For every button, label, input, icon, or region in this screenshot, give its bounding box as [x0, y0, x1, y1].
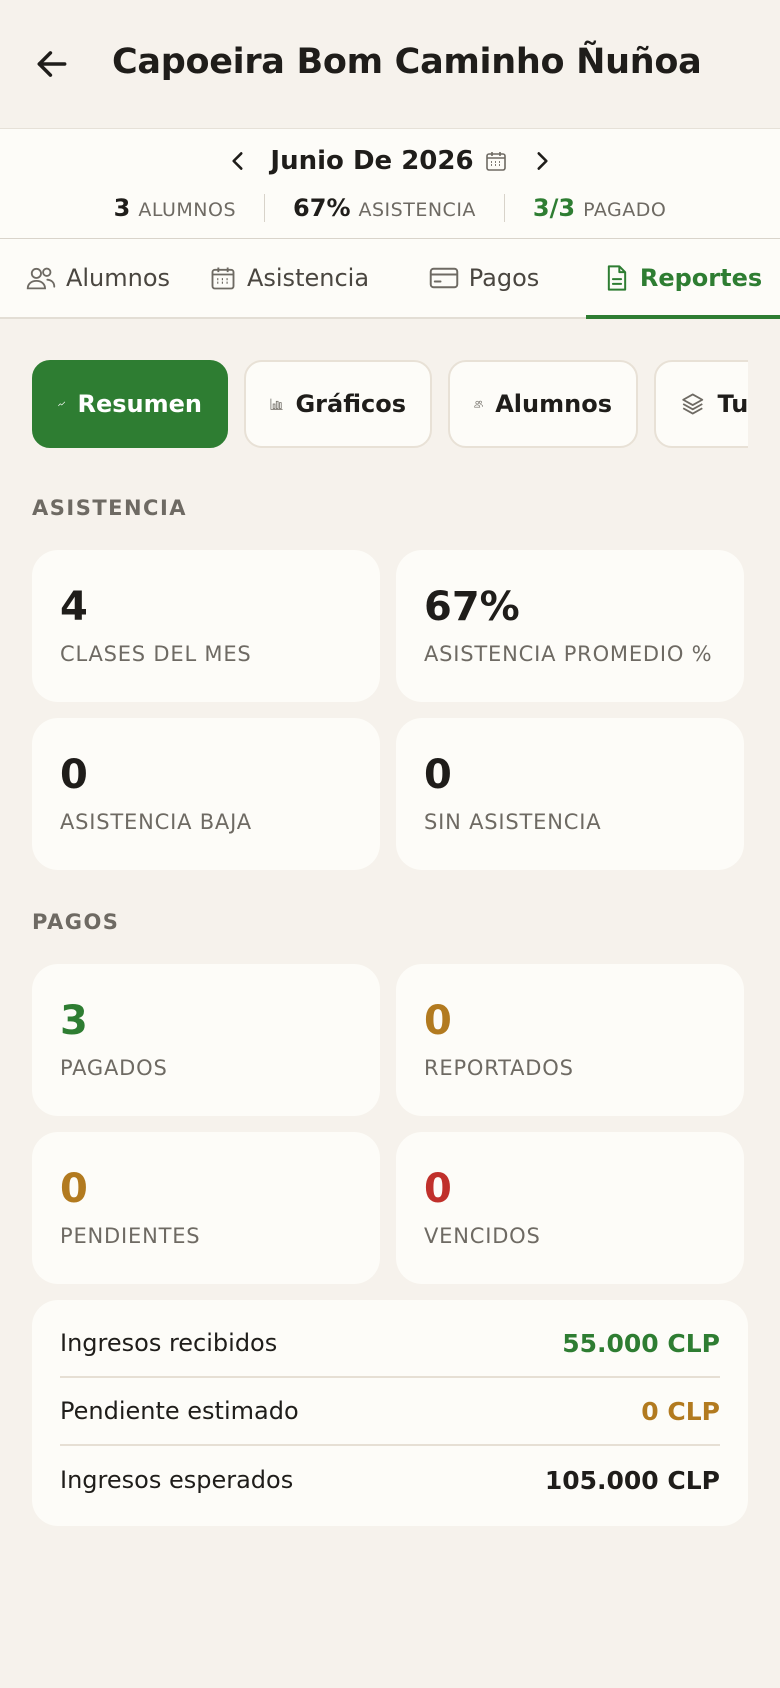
stat-card-pendientes: 0 PENDIENTES [32, 1132, 380, 1284]
revenue-value: 105.000 CLP [544, 1465, 720, 1495]
next-month-button[interactable] [524, 143, 560, 179]
chip-label: Gráficos [295, 390, 406, 418]
tab-asistencia[interactable]: Asistencia [196, 239, 382, 317]
report-filter-chips: Resumen Gráficos Alumnos Turnos [32, 360, 748, 448]
revenue-value: 0 CLP [641, 1396, 720, 1426]
revenue-label: Ingresos esperados [60, 1466, 294, 1494]
revenue-row-recibidos: Ingresos recibidos 55.000 CLP [60, 1310, 720, 1378]
stat-students: 3 ALUMNOS [86, 194, 264, 222]
chip-resumen[interactable]: Resumen [32, 360, 228, 448]
calendar-icon [211, 267, 235, 290]
tab-reportes[interactable]: Reportes [586, 239, 780, 319]
stat-card-clases: 4 CLASES DEL MES [32, 550, 380, 702]
stat-attendance: 67% ASISTENCIA [264, 194, 504, 222]
revenue-row-pendiente: Pendiente estimado 0 CLP [60, 1378, 720, 1446]
card-value: 0 [424, 998, 452, 1044]
stat-value: 3/3 [532, 194, 576, 222]
card-value: 0 [60, 1166, 88, 1212]
revenue-label: Pendiente estimado [60, 1397, 299, 1425]
layers-icon [682, 393, 704, 415]
tab-pagos[interactable]: Pagos [382, 239, 586, 317]
back-button[interactable] [28, 40, 76, 88]
chip-turnos[interactable]: Turnos [654, 360, 748, 448]
revenue-summary: Ingresos recibidos 55.000 CLP Pendiente … [32, 1300, 748, 1526]
month-selector: Junio De 2026 [0, 143, 780, 179]
card-label: REPORTADOS [424, 1056, 574, 1080]
section-title-pagos: PAGOS [32, 910, 120, 934]
chevron-right-icon [537, 152, 548, 170]
month-summary: Junio De 2026 3 ALUMNOS 67% ASISTENCIA 3… [0, 128, 780, 239]
stat-card-vencidos: 0 VENCIDOS [396, 1132, 744, 1284]
stat-card-asistencia-promedio: 67% ASISTENCIA PROMEDIO % [396, 550, 744, 702]
tab-label: Alumnos [65, 264, 171, 292]
card-label: VENCIDOS [424, 1224, 541, 1248]
stat-paid: 3/3 PAGADO [503, 194, 694, 222]
card-value: 0 [60, 752, 88, 798]
trend-line-icon [58, 401, 66, 407]
stat-label: ASISTENCIA [358, 199, 476, 221]
tab-alumnos[interactable]: Alumnos [0, 239, 196, 317]
stat-card-pagados: 3 PAGADOS [32, 964, 380, 1116]
chip-alumnos[interactable]: Alumnos [448, 360, 638, 448]
users-icon [26, 267, 56, 290]
card-value: 67% [424, 584, 520, 630]
app-header: Capoeira Bom Caminho Ñuñoa [0, 0, 780, 128]
chevron-left-icon [232, 152, 243, 170]
users-icon [474, 400, 483, 408]
page-title: Capoeira Bom Caminho Ñuñoa [112, 42, 702, 82]
arrow-left-icon [37, 51, 67, 77]
bar-chart-icon [270, 398, 283, 410]
section-title-asistencia: ASISTENCIA [32, 496, 188, 520]
month-label[interactable]: Junio De 2026 [270, 146, 473, 176]
card-value: 4 [60, 584, 88, 630]
card-label: CLASES DEL MES [60, 642, 252, 666]
card-label: PENDIENTES [60, 1224, 201, 1248]
chip-label: Alumnos [495, 390, 612, 418]
card-label: ASISTENCIA BAJA [60, 810, 252, 834]
summary-stats: 3 ALUMNOS 67% ASISTENCIA 3/3 PAGADO [0, 191, 780, 225]
card-label: ASISTENCIA PROMEDIO % [424, 642, 713, 666]
stat-label: PAGADO [583, 199, 667, 221]
tab-label: Pagos [468, 264, 540, 292]
card-label: SIN ASISTENCIA [424, 810, 602, 834]
stat-value: 3 [113, 194, 131, 222]
prev-month-button[interactable] [220, 143, 256, 179]
chip-label: Resumen [77, 390, 203, 418]
calendar-icon[interactable] [482, 147, 510, 175]
card-value: 3 [60, 998, 88, 1044]
revenue-label: Ingresos recibidos [60, 1329, 278, 1357]
tab-label: Reportes [639, 264, 763, 292]
stat-card-sin-asistencia: 0 SIN ASISTENCIA [396, 718, 744, 870]
tab-label: Asistencia [246, 264, 370, 292]
main-tabs: Alumnos Asistencia Pagos Reportes [0, 239, 780, 319]
card-value: 0 [424, 752, 452, 798]
document-icon [607, 265, 627, 291]
credit-card-icon [429, 267, 458, 289]
chip-label: Turnos [717, 390, 748, 418]
revenue-value: 55.000 CLP [562, 1328, 720, 1358]
chip-graficos[interactable]: Gráficos [244, 360, 432, 448]
stat-card-reportados: 0 REPORTADOS [396, 964, 744, 1116]
stat-card-asistencia-baja: 0 ASISTENCIA BAJA [32, 718, 380, 870]
revenue-row-esperados: Ingresos esperados 105.000 CLP [60, 1446, 720, 1514]
card-label: PAGADOS [60, 1056, 168, 1080]
stat-value: 67% [293, 194, 351, 222]
stat-label: ALUMNOS [138, 199, 237, 221]
card-value: 0 [424, 1166, 452, 1212]
